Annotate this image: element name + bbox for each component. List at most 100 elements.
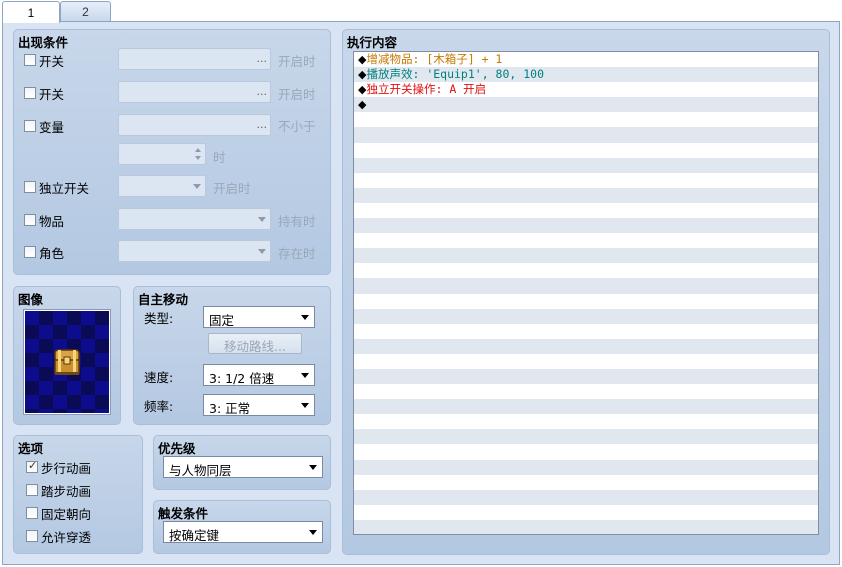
options-title: 选项: [18, 441, 44, 456]
direction-fix-checkbox[interactable]: [26, 507, 38, 519]
empty-row: [354, 519, 818, 534]
type-select[interactable]: 固定: [203, 306, 315, 328]
tab-1[interactable]: 1: [2, 1, 60, 23]
chevron-down-icon: [193, 184, 201, 189]
switch2-checkbox[interactable]: [24, 87, 36, 99]
actor-checkbox[interactable]: [24, 246, 36, 258]
spin-down-icon[interactable]: [195, 156, 201, 160]
chevron-down-icon: [258, 249, 266, 254]
tab-2[interactable]: 2: [60, 1, 111, 22]
empty-row: [354, 505, 818, 520]
switch2-label: 开关: [39, 87, 65, 102]
empty-row: [354, 489, 818, 505]
empty-row: [354, 248, 818, 264]
priority-select[interactable]: 与人物同层: [163, 456, 323, 478]
frequency-label: 频率:: [144, 399, 174, 414]
type-value: 固定: [209, 313, 235, 328]
command-row[interactable]: ◆增减物品: [木箱子] + 1: [354, 52, 818, 67]
self-switch-label: 独立开关: [39, 181, 90, 196]
priority-value: 与人物同层: [169, 463, 232, 478]
chevron-down-icon: [258, 217, 266, 222]
empty-row: [354, 233, 818, 248]
empty-row: [354, 187, 818, 203]
event-page-area: 出现条件 开关 ... 开启时 开关 ... 开启时 变量 ... 不小于 时 …: [2, 21, 840, 565]
switch1-dots[interactable]: ...: [257, 52, 268, 65]
check-icon: ✓: [28, 459, 38, 472]
empty-row: [354, 368, 818, 385]
treasure-chest-icon: [54, 349, 80, 375]
empty-row: [354, 143, 818, 158]
empty-row: [354, 399, 818, 415]
empty-row: [354, 157, 818, 173]
step-anim-checkbox[interactable]: [26, 484, 38, 496]
actor-select[interactable]: [118, 240, 271, 262]
trigger-value: 按确定键: [169, 528, 220, 543]
empty-row: [354, 324, 818, 339]
switch1-checkbox[interactable]: [24, 54, 36, 66]
contents-title: 执行内容: [347, 35, 398, 50]
chevron-down-icon: [301, 315, 309, 320]
empty-row: [354, 263, 818, 278]
move-route-button[interactable]: 移动路线...: [208, 333, 302, 354]
switch2-field[interactable]: ...: [118, 81, 271, 103]
priority-panel: 优先级 与人物同层: [153, 435, 331, 490]
self-switch-select[interactable]: [118, 175, 206, 197]
conditions-title: 出现条件: [18, 35, 69, 50]
switch2-dots[interactable]: ...: [257, 85, 268, 98]
diamond-icon: ◆: [358, 98, 367, 112]
autonomous-title: 自主移动: [138, 292, 189, 307]
image-title: 图像: [18, 292, 44, 307]
chevron-down-icon: [309, 530, 317, 535]
variable-dots[interactable]: ...: [257, 118, 268, 131]
options-panel: 选项 ✓ 步行动画 踏步动画 固定朝向 允许穿透: [13, 435, 143, 554]
variable-checkbox[interactable]: [24, 120, 36, 132]
switch1-label: 开关: [39, 54, 65, 69]
trigger-title: 触发条件: [158, 506, 209, 521]
empty-row: [354, 384, 818, 399]
empty-row: [354, 203, 818, 218]
switch1-field[interactable]: ...: [118, 48, 271, 70]
self-switch-suffix: 开启时: [213, 181, 251, 196]
command-row[interactable]: ◆播放声效: 'Equip1', 80, 100: [354, 67, 818, 83]
command-row[interactable]: ◆: [354, 97, 818, 113]
trigger-panel: 触发条件 按确定键: [153, 500, 331, 554]
empty-row: [354, 308, 818, 324]
frequency-select[interactable]: 3: 正常: [203, 394, 315, 416]
conditions-panel: 出现条件 开关 ... 开启时 开关 ... 开启时 变量 ... 不小于 时 …: [13, 29, 331, 275]
image-panel: 图像: [13, 286, 121, 425]
variable-value-spinner[interactable]: [118, 143, 206, 165]
empty-row: [354, 338, 818, 354]
empty-row: [354, 294, 818, 309]
command-text: 增减物品: [木箱子] + 1: [366, 52, 503, 66]
spin-up-icon[interactable]: [195, 148, 201, 152]
empty-row: [354, 475, 818, 490]
item-checkbox[interactable]: [24, 214, 36, 226]
walk-anim-checkbox[interactable]: ✓: [26, 459, 38, 473]
speed-value: 3: 1/2 倍速: [209, 371, 275, 386]
through-checkbox[interactable]: [26, 530, 38, 542]
variable-suffix2: 时: [213, 150, 226, 165]
variable-field[interactable]: ...: [118, 114, 271, 136]
step-anim-label: 踏步动画: [41, 484, 92, 499]
empty-row: [354, 414, 818, 429]
walk-anim-label: 步行动画: [41, 461, 92, 476]
empty-row: [354, 354, 818, 369]
actor-label: 角色: [39, 246, 65, 261]
through-label: 允许穿透: [41, 530, 92, 545]
command-row[interactable]: ◆独立开关操作: A 开启: [354, 82, 818, 97]
trigger-select[interactable]: 按确定键: [163, 521, 323, 543]
event-image-preview[interactable]: [23, 309, 111, 415]
item-select[interactable]: [118, 208, 271, 230]
speed-select[interactable]: 3: 1/2 倍速: [203, 364, 315, 386]
self-switch-checkbox[interactable]: [24, 181, 36, 193]
command-text: 播放声效: 'Equip1', 80, 100: [366, 67, 545, 82]
command-list[interactable]: ◆增减物品: [木箱子] + 1 ◆播放声效: 'Equip1', 80, 10…: [353, 51, 819, 535]
empty-row: [354, 459, 818, 475]
chevron-down-icon: [301, 403, 309, 408]
item-label: 物品: [39, 214, 65, 229]
speed-label: 速度:: [144, 370, 174, 385]
item-suffix: 持有时: [278, 214, 316, 229]
frequency-value: 3: 正常: [209, 401, 251, 416]
empty-row: [354, 112, 818, 127]
empty-row: [354, 429, 818, 445]
